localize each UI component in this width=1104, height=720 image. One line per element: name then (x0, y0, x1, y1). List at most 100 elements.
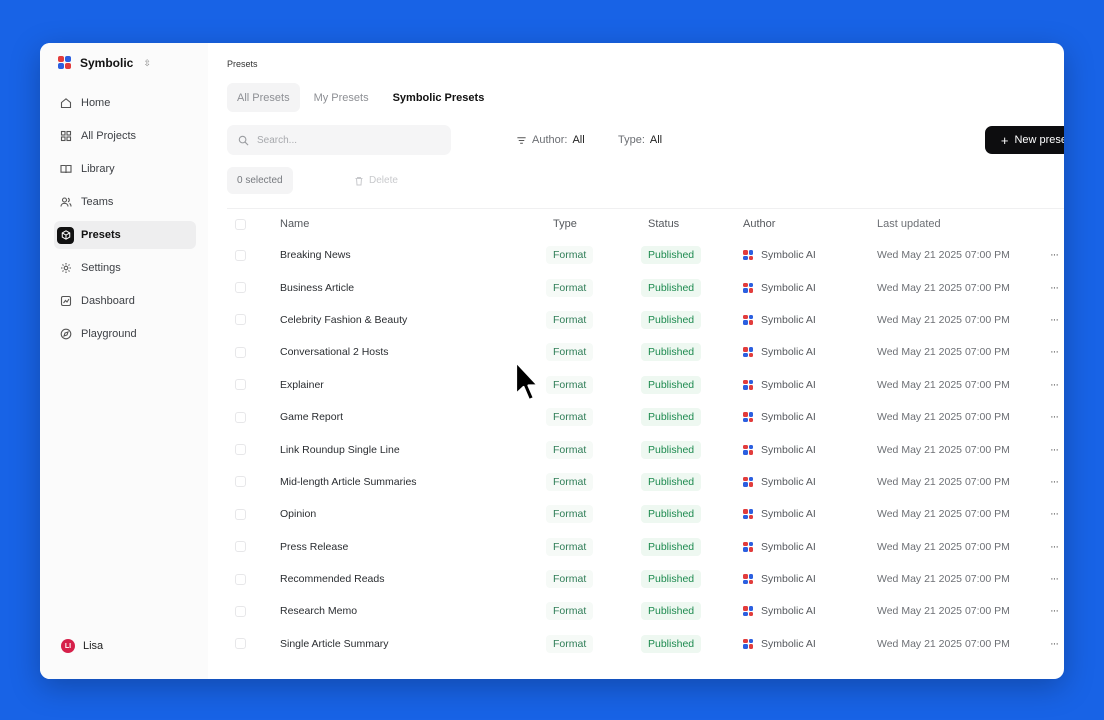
select-all-checkbox[interactable] (235, 218, 246, 230)
row-checkbox[interactable] (235, 638, 246, 650)
table-row[interactable]: Conversational 2 Hosts Format Published Sym… (227, 336, 1064, 368)
table-row[interactable]: Research Memo Format Published Symbolic AI W… (227, 595, 1064, 627)
symbolic-logo-icon (743, 476, 753, 487)
more-options-icon[interactable]: ··· (1042, 541, 1064, 553)
home-icon (60, 97, 72, 109)
preset-name[interactable]: Link Roundup Single Line (280, 444, 553, 456)
sidebar-item-dashboard[interactable]: Dashboard (54, 287, 196, 315)
row-checkbox[interactable] (235, 508, 246, 520)
more-options-icon[interactable]: ··· (1042, 346, 1064, 358)
preset-name[interactable]: Research Memo (280, 605, 553, 617)
table-row[interactable]: Game Report Format Published Symbolic AI Wed… (227, 401, 1064, 433)
status-badge: Published (641, 246, 702, 265)
more-options-icon[interactable]: ··· (1042, 282, 1064, 294)
header-type[interactable]: Type (553, 218, 648, 230)
row-checkbox[interactable] (235, 476, 246, 488)
last-updated: Wed May 21 2025 07:00 PM (877, 313, 1010, 326)
type-badge: Format (546, 440, 594, 459)
type-badge: Format (546, 246, 594, 265)
preset-name[interactable]: Game Report (280, 411, 553, 423)
more-options-icon[interactable]: ··· (1042, 379, 1064, 391)
row-checkbox[interactable] (235, 346, 246, 358)
type-filter[interactable]: Type: All (610, 127, 670, 153)
author-cell: Symbolic AI (743, 605, 877, 617)
more-options-icon[interactable]: ··· (1042, 314, 1064, 326)
header-status[interactable]: Status (648, 218, 743, 230)
preset-name[interactable]: Opinion (280, 508, 553, 520)
preset-name[interactable]: Conversational 2 Hosts (280, 346, 553, 358)
header-last-updated[interactable]: Last updated (877, 218, 1042, 230)
preset-name[interactable]: Recommended Reads (280, 573, 553, 585)
author-filter[interactable]: Author: All (508, 127, 593, 153)
tab-my-presets[interactable]: My Presets (304, 83, 379, 112)
table-row[interactable]: Link Roundup Single Line Format Published S… (227, 433, 1064, 465)
preset-name[interactable]: Business Article (280, 282, 553, 294)
preset-name[interactable]: Single Article Summary (280, 638, 553, 650)
symbolic-logo-icon (743, 314, 753, 325)
row-checkbox[interactable] (235, 314, 246, 326)
row-checkbox[interactable] (235, 605, 246, 617)
preset-name[interactable]: Celebrity Fashion & Beauty (280, 314, 553, 326)
table-row[interactable]: Celebrity Fashion & Beauty Format Publishe… (227, 304, 1064, 336)
sidebar-item-library[interactable]: Library (54, 155, 196, 183)
table-row[interactable]: Press Release Format Published Symbolic AI W… (227, 531, 1064, 563)
row-checkbox[interactable] (235, 282, 246, 294)
sidebar-item-label: Home (81, 97, 111, 109)
status-badge: Published (641, 343, 702, 362)
table-row[interactable]: Explainer Format Published Symbolic AI Wed M… (227, 369, 1064, 401)
preset-name[interactable]: Breaking News (280, 249, 553, 261)
header-author[interactable]: Author (743, 218, 877, 230)
search-icon (238, 135, 249, 145)
row-checkbox[interactable] (235, 573, 246, 585)
table-row[interactable]: Single Article Summary Format Published Sym… (227, 628, 1064, 660)
status-badge: Published (641, 278, 702, 297)
more-options-icon[interactable]: ··· (1042, 638, 1064, 650)
author-name: Symbolic AI (761, 313, 816, 326)
more-options-icon[interactable]: ··· (1042, 411, 1064, 423)
tab-all-presets[interactable]: All Presets (227, 83, 300, 112)
table-row[interactable]: Breaking News Format Published Symbolic AI W… (227, 239, 1064, 271)
sidebar-item-settings[interactable]: Settings (54, 254, 196, 282)
status-badge: Published (641, 602, 702, 621)
table-row[interactable]: Opinion Format Published Symbolic AI Wed May… (227, 498, 1064, 530)
row-checkbox[interactable] (235, 379, 246, 391)
sidebar-item-all-projects[interactable]: All Projects (54, 122, 196, 150)
table-row[interactable]: Business Article Format Published Symbolic … (227, 271, 1064, 303)
more-options-icon[interactable]: ··· (1042, 444, 1064, 456)
row-checkbox[interactable] (235, 249, 246, 261)
author-cell: Symbolic AI (743, 379, 877, 391)
table-row[interactable]: Recommended Reads Format Published Symbolic… (227, 563, 1064, 595)
header-name[interactable]: Name (280, 218, 553, 230)
delete-button[interactable]: Delete (354, 167, 398, 194)
type-badge: Format (546, 375, 594, 394)
type-cell: Format (546, 343, 648, 362)
more-options-icon[interactable]: ··· (1042, 476, 1064, 488)
row-checkbox[interactable] (235, 411, 246, 423)
user-menu[interactable]: LI Lisa (61, 639, 103, 653)
sidebar-item-playground[interactable]: Playground (54, 320, 196, 348)
status-badge: Published (641, 505, 702, 524)
tab-symbolic-presets[interactable]: Symbolic Presets (383, 83, 495, 112)
preset-name[interactable]: Mid-length Article Summaries (280, 476, 553, 488)
more-options-icon[interactable]: ··· (1042, 249, 1064, 261)
new-preset-button[interactable]: + New preset (985, 126, 1064, 154)
compass-icon (60, 328, 72, 340)
row-checkbox[interactable] (235, 444, 246, 456)
type-cell: Format (546, 537, 648, 556)
more-options-icon[interactable]: ··· (1042, 605, 1064, 617)
more-options-icon[interactable]: ··· (1042, 573, 1064, 585)
workspace-switcher[interactable]: Symbolic ⇳ (58, 56, 151, 70)
sidebar-item-presets[interactable]: Presets (54, 221, 196, 249)
preset-name[interactable]: Press Release (280, 541, 553, 553)
last-updated: Wed May 21 2025 07:00 PM (877, 346, 1010, 359)
main-content: Presets All Presets My Presets Symbolic … (208, 43, 1064, 679)
sidebar-item-teams[interactable]: Teams (54, 188, 196, 216)
more-options-icon[interactable]: ··· (1042, 508, 1064, 520)
grid-icon (60, 130, 72, 142)
sidebar-item-label: Presets (81, 229, 121, 241)
search-input[interactable] (257, 134, 437, 146)
sidebar-item-home[interactable]: Home (54, 89, 196, 117)
sidebar-item-label: Teams (81, 196, 114, 208)
table-row[interactable]: Mid-length Article Summaries Format Publis… (227, 466, 1064, 498)
row-checkbox[interactable] (235, 541, 246, 553)
